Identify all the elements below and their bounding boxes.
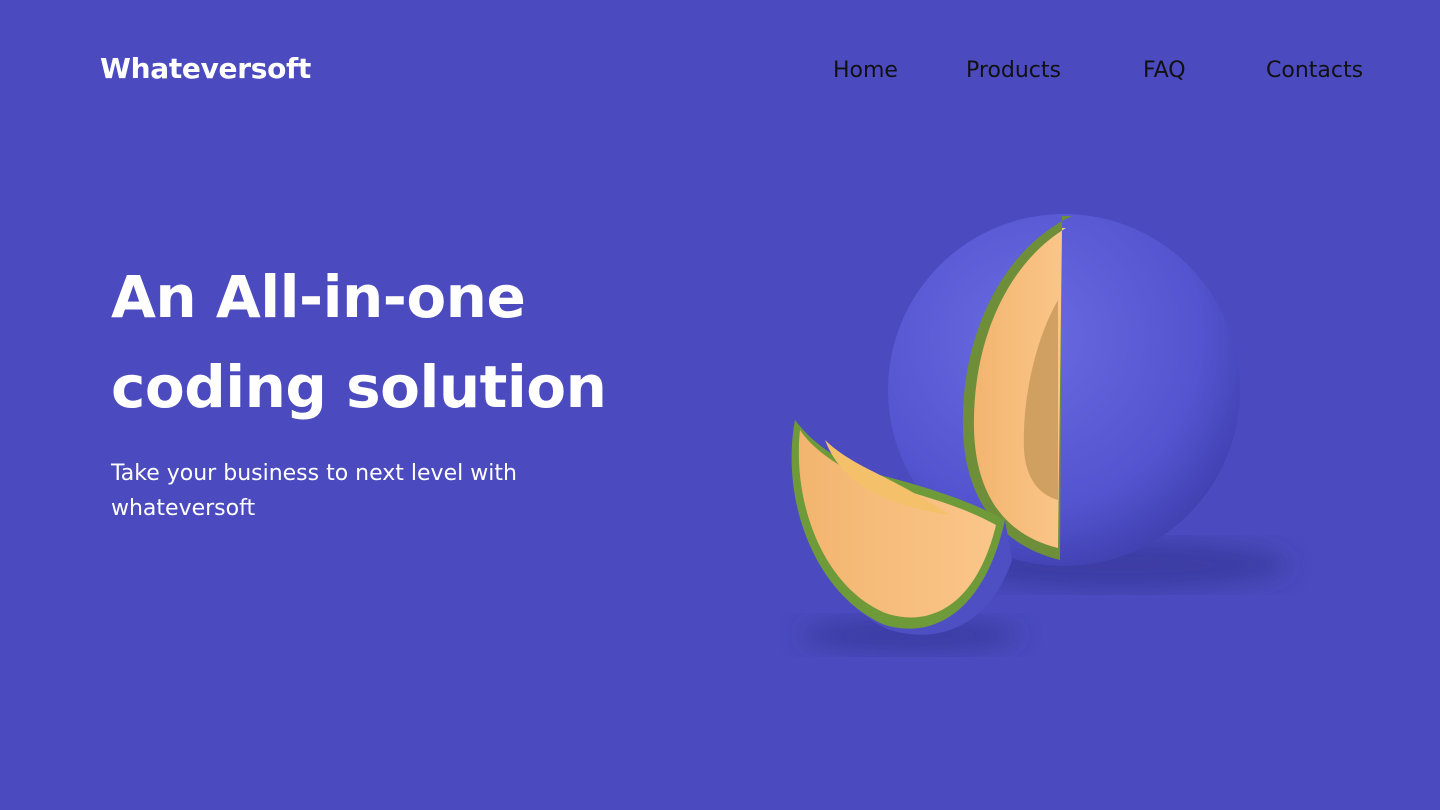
nav-contacts[interactable]: Contacts <box>1266 58 1363 83</box>
nav-home[interactable]: Home <box>833 58 898 83</box>
nav-faq[interactable]: FAQ <box>1143 58 1186 83</box>
hero-title-line-2: coding solution <box>111 353 607 421</box>
melon-illustration <box>791 214 1290 653</box>
logo[interactable]: Whateversoft <box>100 52 311 85</box>
nav-products[interactable]: Products <box>966 58 1061 83</box>
hero-title-line-1: An All-in-one <box>111 263 526 331</box>
hero-title: An All-in-one coding solution <box>111 252 607 432</box>
hero-subtitle: Take your business to next level with wh… <box>111 461 517 521</box>
